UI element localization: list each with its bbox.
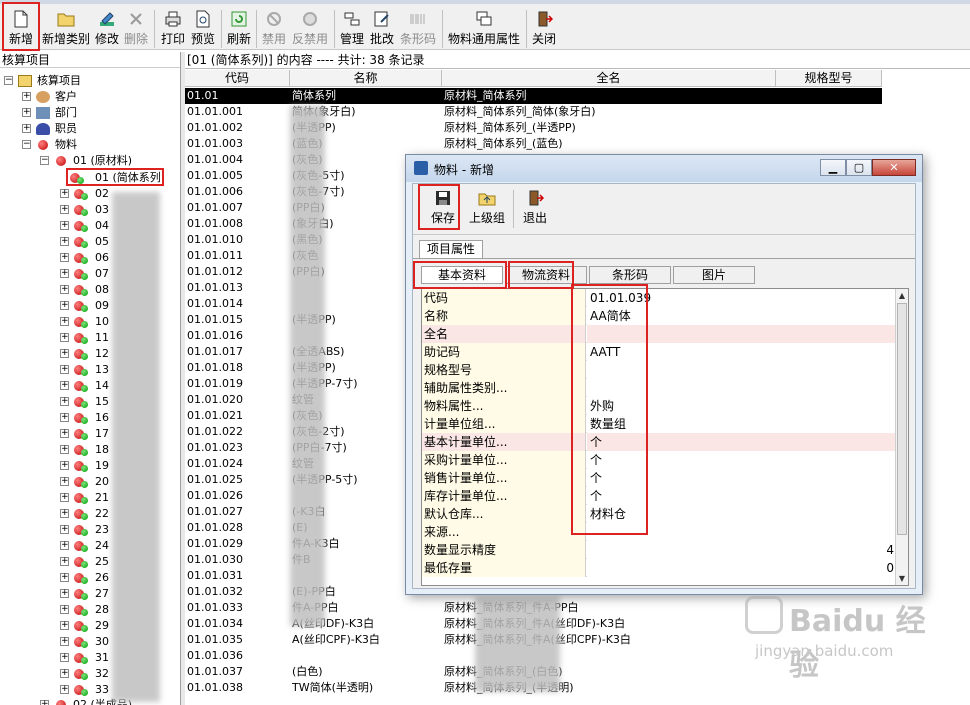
folder-icon	[18, 75, 32, 87]
employee-icon	[36, 123, 50, 135]
maximize-button[interactable]: ▢	[846, 159, 872, 176]
property-row[interactable]: 销售计量单位... 个	[422, 469, 898, 487]
property-row[interactable]: 数量显示精度 4	[422, 541, 898, 559]
property-row[interactable]: 辅助属性类别...	[422, 379, 898, 397]
app-icon	[414, 161, 428, 175]
preview-button[interactable]: 预览	[189, 8, 217, 52]
exit-door-icon	[535, 10, 554, 28]
close-button[interactable]: 关闭	[530, 8, 558, 52]
main-toolbar: 新增 新增类别 修改 删除 打印 预览 刷新 禁用 反禁用 管理 批改 条形码 …	[0, 0, 970, 50]
grid-scrollbar[interactable]: ▲ ▼	[895, 289, 908, 585]
new-document-icon	[12, 10, 30, 28]
property-row[interactable]: 来源...	[422, 523, 898, 541]
common-properties-button[interactable]: 物料通用属性	[446, 8, 522, 52]
barcode-icon	[409, 10, 427, 28]
property-row[interactable]: 计量单位组... 数量组	[422, 415, 898, 433]
properties-icon	[475, 10, 493, 28]
department-icon	[36, 107, 50, 119]
property-row[interactable]: 物料属性... 外购	[422, 397, 898, 415]
barcode-button[interactable]: 条形码	[398, 8, 438, 52]
edit-icon	[98, 10, 116, 28]
subtab-image[interactable]: 图片	[673, 266, 755, 284]
manage-icon	[343, 10, 361, 28]
scroll-down-icon[interactable]: ▼	[896, 572, 908, 585]
col-code[interactable]: 代码	[185, 70, 290, 87]
enable-icon	[301, 10, 319, 28]
scroll-up-icon[interactable]: ▲	[896, 289, 908, 302]
property-row[interactable]: 库存计量单位... 个	[422, 487, 898, 505]
printer-icon	[164, 10, 182, 28]
tree-node-selected[interactable]: 01 (简体系列	[68, 170, 165, 186]
property-row[interactable]: 最低存量 0	[422, 559, 898, 577]
property-row[interactable]: 助记码 AATT	[422, 343, 898, 361]
property-grid: 代码 01.01.039 名称 AA简体 全名 助记码 AATT 规格型号 辅助属性类别... 物…	[421, 288, 909, 586]
material-icon	[38, 140, 48, 150]
new-category-button[interactable]: 新增类别	[40, 8, 92, 52]
print-button[interactable]: 打印	[159, 8, 187, 52]
property-row[interactable]: 默认仓库... 材料仓	[422, 505, 898, 523]
material-new-dialog: 物料 - 新增 ▁ ▢ ✕ 保存 上级组 退出 项目属性 基本资料 物流资料 条…	[405, 154, 923, 595]
property-row[interactable]: 名称 AA简体	[422, 307, 898, 325]
batch-edit-icon	[373, 10, 391, 28]
subtab-barcode[interactable]: 条形码	[589, 266, 671, 284]
list-caption: [01 (简体系列)] 的内容 ---- 共计: 38 条记录	[185, 52, 970, 69]
material-group-icon	[56, 156, 66, 166]
dialog-body: 保存 上级组 退出 项目属性 基本资料 物流资料 条形码 图片 代码 01.01.…	[412, 183, 916, 589]
parent-group-icon	[478, 189, 496, 207]
batch-edit-button[interactable]: 批改	[368, 8, 396, 52]
folder-icon	[57, 10, 75, 28]
disable-icon	[265, 10, 283, 28]
exit-door-icon	[526, 189, 545, 207]
property-row[interactable]: 采购计量单位... 个	[422, 451, 898, 469]
delete-button[interactable]: 删除	[122, 8, 150, 52]
exit-button[interactable]: 退出	[519, 187, 551, 231]
property-row[interactable]: 代码 01.01.039	[422, 289, 898, 307]
manage-button[interactable]: 管理	[338, 8, 366, 52]
customer-icon	[36, 91, 50, 103]
subtab-logistics[interactable]: 物流资料	[505, 266, 587, 284]
save-disk-icon	[434, 189, 452, 207]
parent-group-button[interactable]: 上级组	[465, 187, 509, 231]
table-row[interactable]: 01.01 简体系列 原材料_简体系列	[185, 88, 882, 104]
property-row[interactable]: 基本计量单位... 个	[422, 433, 898, 451]
col-fullname[interactable]: 全名	[442, 70, 776, 87]
property-row[interactable]: 规格型号	[422, 361, 898, 379]
enable-button[interactable]: 反禁用	[290, 8, 330, 52]
col-spec[interactable]: 规格型号	[776, 70, 882, 87]
minimize-button[interactable]: ▁	[820, 159, 846, 176]
new-button[interactable]: 新增	[4, 8, 38, 52]
col-name[interactable]: 名称	[290, 70, 442, 87]
subtab-basic[interactable]: 基本资料	[421, 266, 503, 284]
tree-header: 核算项目	[0, 52, 180, 68]
save-button[interactable]: 保存	[427, 187, 459, 231]
tab-item-properties[interactable]: 项目属性	[419, 240, 483, 258]
baidu-watermark: Baidu 经验 jingyan.baidu.com	[745, 596, 950, 696]
refresh-icon	[230, 10, 248, 28]
refresh-button[interactable]: 刷新	[225, 8, 253, 52]
dialog-titlebar[interactable]: 物料 - 新增 ▁ ▢ ✕	[406, 155, 922, 182]
edit-button[interactable]: 修改	[93, 8, 121, 52]
tree-panel: 核算项目 − 核算项目 + 客户 + 部门 + 职员 − 物料 − 01 (原材…	[0, 52, 181, 705]
disable-button[interactable]: 禁用	[260, 8, 288, 52]
baidu-paw-icon	[745, 596, 783, 634]
dialog-close-button[interactable]: ✕	[872, 159, 916, 176]
preview-icon	[194, 10, 212, 28]
dialog-title: 物料 - 新增	[434, 163, 494, 177]
property-row[interactable]: 全名	[422, 325, 898, 343]
delete-x-icon	[127, 10, 145, 28]
